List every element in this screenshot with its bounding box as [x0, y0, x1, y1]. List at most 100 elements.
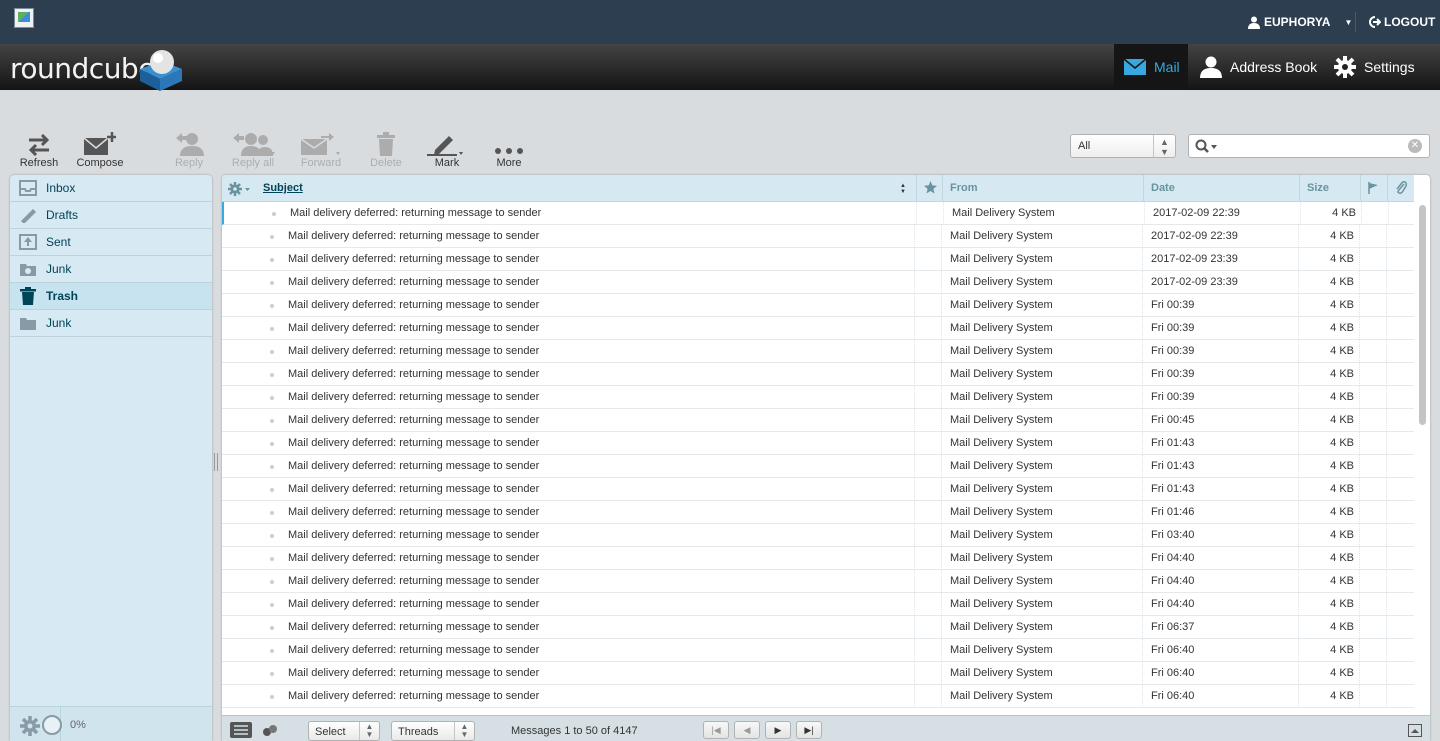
unread-dot-icon[interactable]	[270, 373, 274, 377]
compose-button[interactable]: Compose	[70, 126, 130, 169]
table-row[interactable]: Mail delivery deferred: returning messag…	[222, 478, 1414, 501]
clear-search-icon[interactable]: ✕	[1408, 139, 1422, 153]
column-attachment[interactable]	[1387, 175, 1414, 202]
prev-page-button[interactable]: ◀	[734, 721, 760, 739]
unread-dot-icon[interactable]	[270, 327, 274, 331]
table-row[interactable]: Mail delivery deferred: returning messag…	[222, 616, 1414, 639]
unread-dot-icon[interactable]	[270, 350, 274, 354]
filter-select[interactable]: All ▲ ▼	[1070, 134, 1176, 158]
logo[interactable]: roundcube	[10, 52, 155, 85]
unread-dot-icon[interactable]	[270, 511, 274, 515]
unread-dot-icon[interactable]	[270, 235, 274, 239]
table-row[interactable]: Mail delivery deferred: returning messag…	[222, 570, 1414, 593]
column-divider	[1386, 363, 1387, 386]
table-row[interactable]: Mail delivery deferred: returning messag…	[222, 317, 1414, 340]
folder-item-trash[interactable]: Trash	[10, 283, 212, 310]
unread-dot-icon[interactable]	[272, 212, 276, 216]
folder-item-drafts[interactable]: Drafts	[10, 202, 212, 229]
user-menu[interactable]: EUPHORYA ▼	[1248, 0, 1352, 44]
column-divider	[1298, 225, 1299, 248]
table-row[interactable]: Mail delivery deferred: returning messag…	[222, 685, 1414, 708]
mark-button[interactable]: Mark	[417, 126, 477, 169]
table-row[interactable]: Mail delivery deferred: returning messag…	[222, 271, 1414, 294]
column-divider	[1386, 225, 1387, 248]
column-flag-star[interactable]	[916, 175, 942, 202]
folder-item-junk[interactable]: Junk	[10, 256, 212, 283]
unread-dot-icon[interactable]	[270, 258, 274, 262]
task-addressbook[interactable]: Address Book	[1200, 44, 1317, 90]
folder-item-junk-2[interactable]: Junk	[10, 310, 212, 337]
unread-dot-icon[interactable]	[270, 649, 274, 653]
unread-dot-icon[interactable]	[270, 396, 274, 400]
table-row[interactable]: Mail delivery deferred: returning messag…	[222, 294, 1414, 317]
table-row[interactable]: Mail delivery deferred: returning messag…	[222, 639, 1414, 662]
table-row[interactable]: Mail delivery deferred: returning messag…	[222, 593, 1414, 616]
unread-dot-icon[interactable]	[270, 695, 274, 699]
sort-arrows-icon[interactable]: ▲ ▼	[900, 183, 906, 195]
task-settings[interactable]: Settings	[1334, 44, 1415, 90]
delete-button[interactable]: Delete	[356, 126, 416, 169]
thread-icon[interactable]	[262, 724, 278, 737]
message-subject: Mail delivery deferred: returning messag…	[288, 414, 540, 426]
unread-dot-icon[interactable]	[270, 557, 274, 561]
folder-item-inbox[interactable]: Inbox	[10, 175, 212, 202]
message-from: Mail Delivery System	[950, 667, 1053, 679]
search-input[interactable]: ✕	[1188, 134, 1430, 158]
table-row[interactable]: Mail delivery deferred: returning messag…	[222, 455, 1414, 478]
column-subject[interactable]: Subject	[256, 175, 916, 202]
toggle-preview-icon[interactable]	[1408, 724, 1422, 737]
table-row[interactable]: Mail delivery deferred: returning messag…	[222, 225, 1414, 248]
column-divider	[914, 593, 915, 616]
last-page-button[interactable]: ▶|	[796, 721, 822, 739]
table-row[interactable]: Mail delivery deferred: returning messag…	[222, 432, 1414, 455]
unread-dot-icon[interactable]	[270, 281, 274, 285]
list-options-gear-icon[interactable]	[228, 182, 252, 196]
select-menu-button[interactable]: Select ▲ ▼	[308, 721, 380, 741]
unread-dot-icon[interactable]	[270, 488, 274, 492]
table-row[interactable]: Mail delivery deferred: returning messag…	[222, 501, 1414, 524]
search-icon[interactable]	[1195, 139, 1219, 154]
unread-dot-icon[interactable]	[270, 304, 274, 308]
column-date[interactable]: Date	[1143, 175, 1299, 202]
reply-all-button[interactable]: Reply all	[223, 126, 283, 169]
folder-item-sent[interactable]: Sent	[10, 229, 212, 256]
pane-splitter[interactable]	[214, 453, 218, 471]
unread-dot-icon[interactable]	[270, 672, 274, 676]
unread-dot-icon[interactable]	[270, 442, 274, 446]
logout-button[interactable]: LOGOUT	[1368, 0, 1435, 44]
unread-dot-icon[interactable]	[270, 419, 274, 423]
table-row[interactable]: Mail delivery deferred: returning messag…	[222, 662, 1414, 685]
table-row[interactable]: Mail delivery deferred: returning messag…	[222, 409, 1414, 432]
column-divider	[941, 570, 942, 593]
forward-button[interactable]: Forward	[291, 126, 351, 169]
scrollbar[interactable]	[1419, 205, 1426, 425]
next-page-icon: ▶	[774, 725, 782, 735]
column-size[interactable]: Size	[1299, 175, 1360, 202]
more-button[interactable]: More	[479, 126, 539, 169]
table-row[interactable]: Mail delivery deferred: returning messag…	[222, 547, 1414, 570]
table-row[interactable]: Mail delivery deferred: returning messag…	[222, 202, 1414, 225]
unread-dot-icon[interactable]	[270, 603, 274, 607]
message-size: 4 KB	[1330, 414, 1354, 426]
threads-menu-button[interactable]: Threads ▲ ▼	[391, 721, 475, 741]
unread-dot-icon[interactable]	[270, 626, 274, 630]
unread-dot-icon[interactable]	[270, 534, 274, 538]
column-from[interactable]: From	[942, 175, 1143, 202]
first-page-button[interactable]: |◀	[703, 721, 729, 739]
list-view-icon[interactable]	[230, 722, 252, 738]
table-row[interactable]: Mail delivery deferred: returning messag…	[222, 386, 1414, 409]
table-row[interactable]: Mail delivery deferred: returning messag…	[222, 363, 1414, 386]
reply-button[interactable]: Reply	[159, 126, 219, 169]
table-row[interactable]: Mail delivery deferred: returning messag…	[222, 340, 1414, 363]
column-divider	[914, 294, 915, 317]
column-divider	[914, 616, 915, 639]
table-row[interactable]: Mail delivery deferred: returning messag…	[222, 524, 1414, 547]
task-mail[interactable]: Mail	[1114, 44, 1188, 90]
table-row[interactable]: Mail delivery deferred: returning messag…	[222, 248, 1414, 271]
unread-dot-icon[interactable]	[270, 580, 274, 584]
refresh-button[interactable]: Refresh	[9, 126, 69, 169]
column-divider	[1142, 248, 1143, 271]
next-page-button[interactable]: ▶	[765, 721, 791, 739]
column-flag[interactable]	[1360, 175, 1387, 202]
unread-dot-icon[interactable]	[270, 465, 274, 469]
